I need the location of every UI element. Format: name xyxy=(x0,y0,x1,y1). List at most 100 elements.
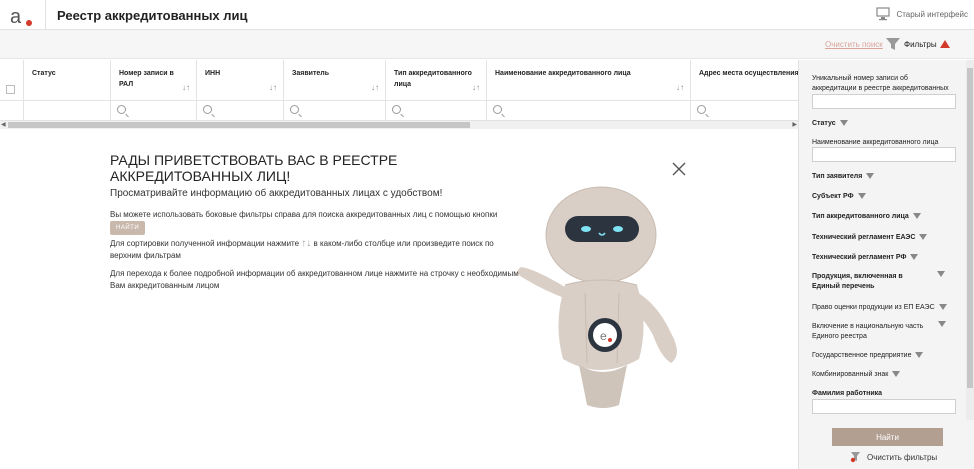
table-search-row xyxy=(0,101,798,121)
search-icon xyxy=(203,105,212,114)
horizontal-scrollbar[interactable]: ◀ ▶ xyxy=(0,121,798,129)
search-cell-accredited-type[interactable] xyxy=(386,101,487,120)
scrollbar-thumb[interactable] xyxy=(967,68,973,388)
filter-accredited-type[interactable]: Тип аккредитованного лица xyxy=(812,212,952,222)
filter-label: Тип аккредитованного лица xyxy=(812,213,909,220)
search-icon xyxy=(697,105,706,114)
sort-icon[interactable]: ↓↑ xyxy=(472,83,480,92)
filter-products[interactable]: Продукция, включенная в Единый перечень xyxy=(812,272,927,292)
chevron-down-icon xyxy=(910,254,919,261)
column-label: Наименование аккредитованного лица xyxy=(495,70,631,77)
column-label: Заявитель xyxy=(292,70,330,77)
clear-search-link[interactable]: Очистить поиск xyxy=(825,40,883,49)
chevron-down-icon xyxy=(866,173,875,180)
filter-label: Технический регламент РФ xyxy=(812,254,907,261)
filter-applicant-type[interactable]: Тип заявителя xyxy=(812,172,952,182)
filters-toggle[interactable]: Фильтры xyxy=(885,37,950,51)
scroll-left-icon[interactable]: ◀ xyxy=(1,121,6,128)
clear-filter-icon xyxy=(850,452,860,463)
triangle-up-icon xyxy=(939,40,950,48)
chevron-down-icon xyxy=(892,371,901,378)
close-icon[interactable] xyxy=(671,161,687,177)
sort-icon[interactable]: ↓↑ xyxy=(371,83,379,92)
employee-input[interactable] xyxy=(812,399,956,414)
results-table: Статус Номер записи в РАЛ ↓↑ ИНН ↓↑ Заяв… xyxy=(0,60,798,129)
chevron-down-icon xyxy=(857,193,866,200)
filter-label: Субъект РФ xyxy=(812,193,854,200)
filter-status[interactable]: Статус xyxy=(812,119,952,129)
select-all-checkbox[interactable] xyxy=(6,85,15,94)
computer-icon xyxy=(876,7,891,21)
filter-label: Государственное предприятие xyxy=(812,352,912,359)
chevron-down-icon xyxy=(915,352,924,359)
svg-text:e: e xyxy=(600,329,607,343)
filter-state-enterprise[interactable]: Государственное предприятие xyxy=(812,351,952,361)
sort-icon[interactable]: ↓↑ xyxy=(269,83,277,92)
column-header-accredited-name[interactable]: Наименование аккредитованного лица ↓↑ xyxy=(487,60,691,100)
column-header-status[interactable]: Статус xyxy=(24,60,111,100)
filter-national[interactable]: Включение в национальную часть Единого р… xyxy=(812,322,930,342)
table-header-row: Статус Номер записи в РАЛ ↓↑ ИНН ↓↑ Заяв… xyxy=(0,60,798,101)
column-header-ral-number[interactable]: Номер записи в РАЛ ↓↑ xyxy=(111,60,197,100)
filter-label: Тип заявителя xyxy=(812,173,863,180)
filter-tr-rf[interactable]: Технический регламент РФ xyxy=(812,253,952,263)
filter-label-employee: Фамилия работника xyxy=(812,390,883,397)
app-logo-icon[interactable]: a xyxy=(8,5,34,27)
scrollbar-thumb[interactable] xyxy=(8,122,470,128)
filter-label: Включение в национальную часть Единого р… xyxy=(812,323,924,340)
old-interface-link[interactable]: Старый интерфейс xyxy=(876,4,968,24)
filter-label: Технический регламент ЕАЭС xyxy=(812,234,916,241)
clear-filters-label: Очистить фильтры xyxy=(867,452,938,462)
column-label: Тип аккредитованного лица xyxy=(394,70,472,88)
welcome-title: РАДЫ ПРИВЕТСТВОВАТЬ ВАС В РЕЕСТРЕ АККРЕД… xyxy=(110,152,398,184)
filter-label: Комбинированный знак xyxy=(812,371,889,378)
column-header-accredited-type[interactable]: Тип аккредитованного лица ↓↑ xyxy=(386,60,487,100)
toolbar: Очистить поиск Фильтры xyxy=(0,30,974,59)
unique-number-input[interactable] xyxy=(812,94,956,109)
filter-label: Статус xyxy=(812,120,836,127)
search-cell-status[interactable] xyxy=(24,101,111,120)
search-icon xyxy=(493,105,502,114)
filter-subject[interactable]: Субъект РФ xyxy=(812,192,952,202)
robot-mascot-illustration: e xyxy=(517,186,677,408)
chevron-down-icon xyxy=(912,213,921,220)
filter-label: Право оценки продукции из ЕП ЕАЭС xyxy=(812,304,935,311)
filter-right-eval[interactable]: Право оценки продукции из ЕП ЕАЭС xyxy=(812,303,952,313)
chevron-down-icon xyxy=(839,120,848,127)
chevron-down-icon[interactable] xyxy=(938,321,946,327)
sort-icon[interactable]: ↓↑ xyxy=(676,83,684,92)
column-header-inn[interactable]: ИНН ↓↑ xyxy=(197,60,284,100)
clear-filters-button[interactable]: Очистить фильтры xyxy=(850,451,937,463)
find-button[interactable]: Найти xyxy=(832,428,943,446)
sidebar-scrollbar[interactable] xyxy=(966,60,974,420)
search-cell-accredited-name[interactable] xyxy=(487,101,691,120)
welcome-tip-details: Для перехода к более подробной информаци… xyxy=(110,269,519,290)
column-label: Номер записи в РАЛ xyxy=(119,70,174,88)
find-badge: НАЙТИ xyxy=(110,221,146,235)
scroll-right-icon[interactable]: ▶ xyxy=(792,121,797,128)
search-cell-applicant[interactable] xyxy=(284,101,386,120)
select-all-cell xyxy=(0,60,24,100)
column-header-address[interactable]: Адрес места осуществления де xyxy=(691,60,798,100)
accredited-name-input[interactable] xyxy=(812,147,956,162)
filter-combined-mark[interactable]: Комбинированный знак xyxy=(812,370,952,380)
tip-text: Для сортировки полученной информации наж… xyxy=(110,239,300,248)
welcome-tip-sort: Для сортировки полученной информации наж… xyxy=(110,238,520,262)
old-interface-label: Старый интерфейс xyxy=(896,9,968,19)
column-label: Адрес места осуществления де xyxy=(699,70,798,77)
search-icon xyxy=(117,105,126,114)
filter-tr-eaeu[interactable]: Технический регламент ЕАЭС xyxy=(812,233,952,243)
tip-text: Вы можете использовать боковые фильтры с… xyxy=(110,210,498,219)
svg-text:a: a xyxy=(10,6,22,27)
sort-arrows-icon: ↑↓ xyxy=(301,238,312,249)
welcome-subtitle: Просматривайте информацию об аккредитова… xyxy=(110,188,443,199)
sort-icon[interactable]: ↓↑ xyxy=(182,83,190,92)
search-cell-inn[interactable] xyxy=(197,101,284,120)
search-cell-address[interactable] xyxy=(691,101,798,120)
header-divider xyxy=(45,0,46,30)
column-header-applicant[interactable]: Заявитель ↓↑ xyxy=(284,60,386,100)
app-header: a Реестр аккредитованных лиц Старый инте… xyxy=(0,0,974,30)
chevron-down-icon xyxy=(938,304,947,311)
chevron-down-icon[interactable] xyxy=(937,271,945,277)
search-cell-ral-number[interactable] xyxy=(111,101,197,120)
